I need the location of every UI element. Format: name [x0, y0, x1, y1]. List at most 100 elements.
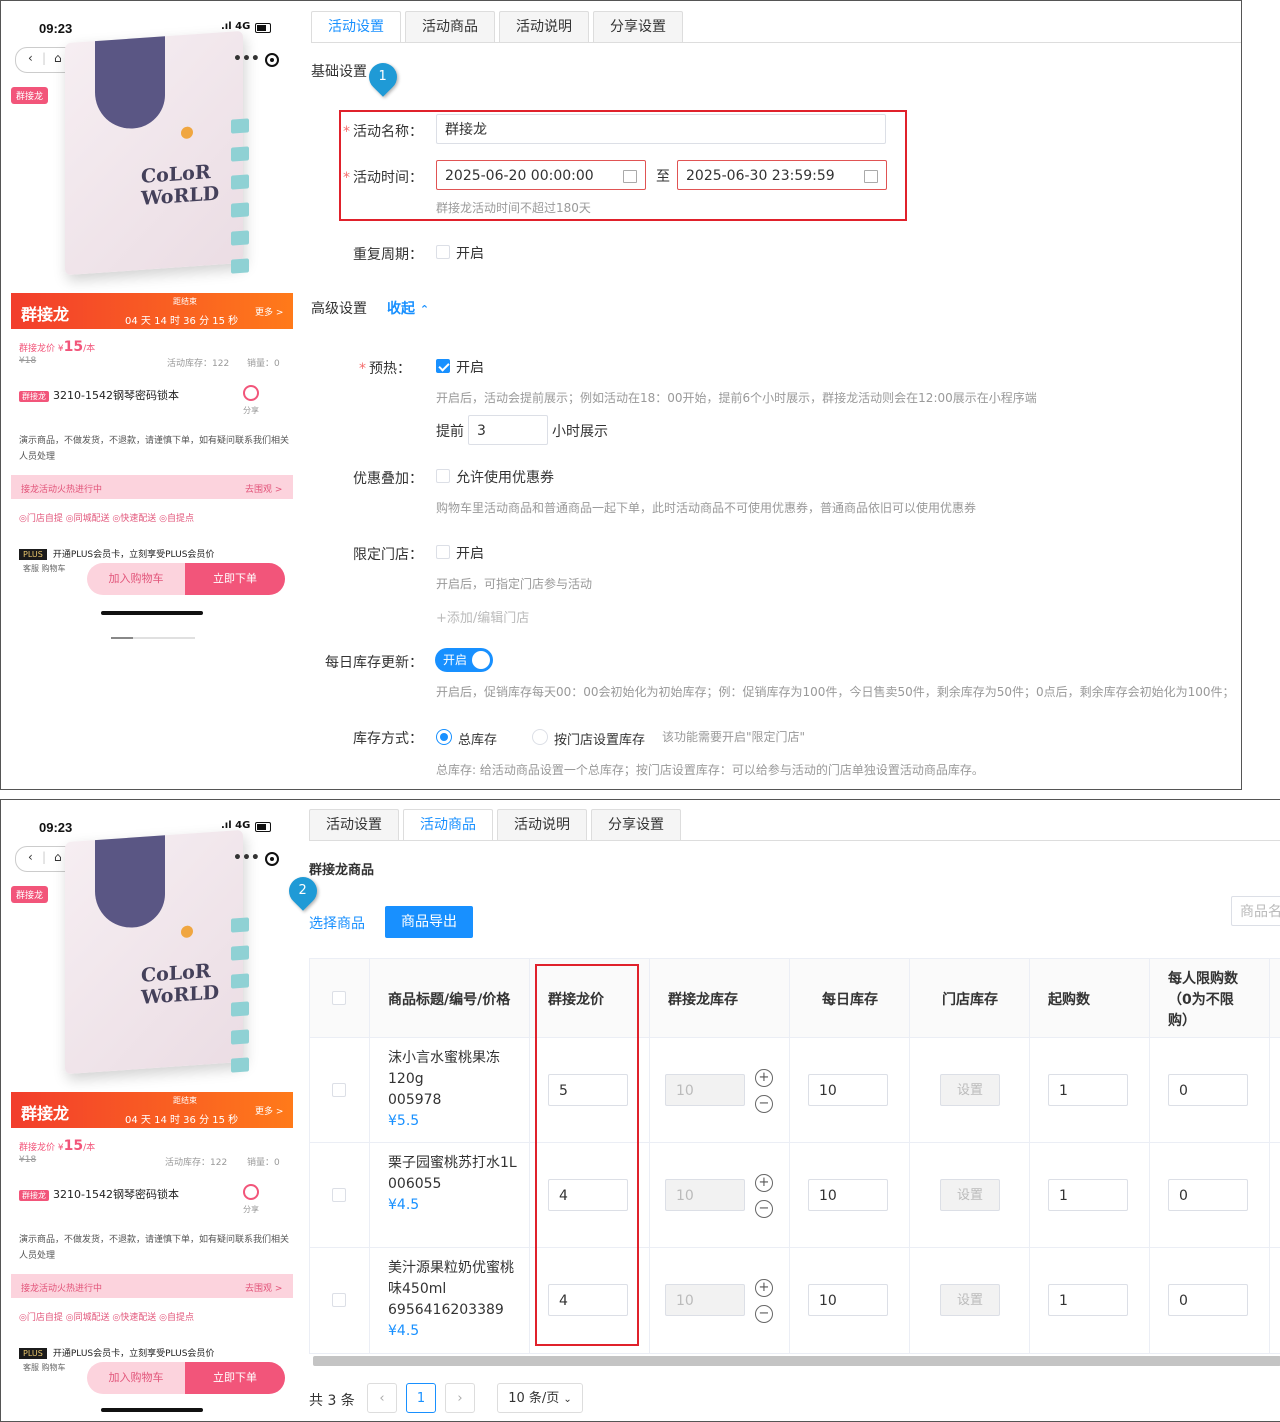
countdown-banner: 群接龙 距结束 04 天 14 时 36 分 15 秒 更多 >: [11, 1092, 293, 1128]
service-cart-icons[interactable]: 客服 购物车: [23, 563, 66, 574]
goods-info: 栗子园蜜桃苏打水1L 006055 ¥4.5: [388, 1155, 517, 1213]
home-icon[interactable]: ⌂: [54, 51, 62, 65]
repeat-checkbox[interactable]: [436, 245, 450, 259]
buy-now-button[interactable]: 立即下单: [185, 1362, 285, 1394]
group-tag: 群接龙: [11, 87, 49, 104]
back-icon[interactable]: ‹: [28, 850, 33, 864]
daily-stock-input[interactable]: 10: [808, 1284, 888, 1316]
page-dots: [111, 637, 195, 639]
min-buy-input[interactable]: 1: [1048, 1074, 1128, 1106]
goods-search-input[interactable]: 商品名: [1231, 896, 1280, 926]
product-image: CoLoR WoRLD: [65, 30, 249, 276]
store-stock-hint: 该功能需要开启"限定门店": [662, 730, 806, 744]
share-button[interactable]: 分享: [243, 385, 259, 416]
store-stock-set-button[interactable]: 设置: [940, 1179, 1000, 1211]
row-checkbox[interactable]: [332, 1293, 346, 1307]
next-page-button[interactable]: ›: [445, 1383, 475, 1413]
collapse-link[interactable]: 收起 ⌃: [387, 298, 429, 318]
service-cart-icons[interactable]: 客服 购物车: [23, 1362, 66, 1373]
advance-hours-input[interactable]: 3: [468, 415, 548, 445]
countdown-text: 04 天 14 时 36 分 15 秒: [125, 316, 239, 327]
min-buy-input[interactable]: 1: [1048, 1284, 1128, 1316]
capsule-close-icon[interactable]: [265, 852, 279, 866]
buy-now-button[interactable]: 立即下单: [185, 563, 285, 595]
minus-icon[interactable]: −: [755, 1305, 773, 1323]
page-1-button[interactable]: 1: [406, 1383, 436, 1413]
preheat-hint: 开启后，活动会提前展示；例如活动在18：00开始，提前6个小时展示，群接龙活动则…: [436, 391, 1037, 405]
banner-more-link[interactable]: 更多 >: [255, 305, 283, 318]
page-size-select[interactable]: 10 条/页 ⌄: [497, 1383, 583, 1413]
limit-input[interactable]: 0: [1168, 1284, 1248, 1316]
more-menu-icon[interactable]: •••: [233, 51, 260, 67]
limit-input[interactable]: 0: [1168, 1179, 1248, 1211]
min-buy-input[interactable]: 1: [1048, 1179, 1128, 1211]
tab-activity-desc[interactable]: 活动说明: [497, 809, 587, 841]
daily-stock-input[interactable]: 10: [808, 1074, 888, 1106]
store-stock-text: 按门店设置库存: [554, 733, 646, 748]
hot-bar[interactable]: 接龙活动火热进行中 去围观 >: [11, 1274, 293, 1298]
store-stock-radio[interactable]: [532, 729, 548, 745]
marker-1: 1: [363, 57, 403, 97]
add-cart-button[interactable]: 加入购物车: [87, 563, 185, 595]
tab-share-settings[interactable]: 分享设置: [591, 809, 681, 841]
prev-page-button[interactable]: ‹: [367, 1383, 397, 1413]
countdown-text: 04 天 14 时 36 分 15 秒: [125, 1115, 239, 1126]
home-icon[interactable]: ⌂: [54, 850, 62, 864]
select-goods-link[interactable]: 选择商品: [309, 913, 365, 933]
total-stock-radio[interactable]: [436, 729, 452, 745]
share-button[interactable]: 分享: [243, 1184, 259, 1215]
tab-activity-goods[interactable]: 活动商品: [403, 809, 493, 841]
store-enable-text: 开启: [456, 546, 484, 562]
hot-bar[interactable]: 接龙活动火热进行中 去围观 >: [11, 475, 293, 499]
add-store-link[interactable]: +添加/编辑门店: [436, 607, 529, 626]
share-icon: [243, 1184, 259, 1200]
activity-name-input[interactable]: 群接龙: [436, 114, 886, 144]
hours-show-label: 小时展示: [552, 424, 608, 440]
plus-icon[interactable]: +: [755, 1279, 773, 1297]
coupon-checkbox[interactable]: [436, 469, 450, 483]
daily-stock-switch[interactable]: 开启: [435, 648, 493, 672]
stock-count: 活动库存：122: [165, 1158, 228, 1168]
select-all-checkbox[interactable]: [332, 991, 346, 1005]
goods-table: 商品标题/编号/价格 群接龙价 群接龙库存 每日库存 门店库存 起购数 每人限购…: [309, 958, 1280, 1354]
tab-share-settings[interactable]: 分享设置: [593, 11, 683, 43]
store-stock-set-button[interactable]: 设置: [940, 1284, 1000, 1316]
banner-end-label: 距结束: [173, 297, 197, 306]
preheat-checkbox[interactable]: [436, 359, 450, 373]
store-stock-set-button[interactable]: 设置: [940, 1074, 1000, 1106]
export-goods-button[interactable]: 商品导出: [385, 906, 473, 938]
delivery-options: ◎门店自提 ◎同城配送 ◎快速配送 ◎自提点: [19, 514, 194, 524]
tab-activity-goods[interactable]: 活动商品: [405, 11, 495, 43]
product-image: CoLoR WoRLD: [65, 829, 249, 1075]
tab-activity-settings[interactable]: 活动设置: [311, 11, 401, 43]
add-cart-button[interactable]: 加入购物车: [87, 1362, 185, 1394]
phone-preview: 09:23 .ıl 4G ‹ | ⌂ CoLoR WoRLD ••• 群接龙 群接龙…: [7, 1, 297, 661]
row-checkbox[interactable]: [332, 1188, 346, 1202]
banner-more-link[interactable]: 更多 >: [255, 1104, 283, 1117]
battery-icon: [255, 23, 271, 33]
horizontal-scrollbar[interactable]: [313, 1356, 1280, 1366]
status-time: 09:23: [39, 820, 73, 835]
back-icon[interactable]: ‹: [28, 51, 33, 65]
more-menu-icon[interactable]: •••: [233, 850, 260, 866]
plus-promo[interactable]: PLUS 开通PLUS会员卡，立刻享受PLUS会员价: [19, 547, 214, 560]
tab-activity-desc[interactable]: 活动说明: [499, 11, 589, 43]
store-checkbox[interactable]: [436, 545, 450, 559]
capsule-close-icon[interactable]: [265, 53, 279, 67]
tab-activity-settings[interactable]: 活动设置: [309, 809, 399, 841]
row-checkbox[interactable]: [332, 1083, 346, 1097]
daily-stock-label: 每日库存更新：: [325, 655, 423, 671]
minus-icon[interactable]: −: [755, 1200, 773, 1218]
limit-input[interactable]: 0: [1168, 1074, 1248, 1106]
minus-icon[interactable]: −: [755, 1095, 773, 1113]
header-goods: 商品标题/编号/价格: [370, 959, 530, 1037]
countdown-banner: 群接龙 距结束 04 天 14 时 36 分 15 秒 更多 >: [11, 293, 293, 329]
start-time-input[interactable]: 2025-06-20 00:00:00: [436, 160, 646, 190]
home-indicator: [101, 1408, 203, 1412]
plus-icon[interactable]: +: [755, 1069, 773, 1087]
daily-stock-input[interactable]: 10: [808, 1179, 888, 1211]
plus-icon[interactable]: +: [755, 1174, 773, 1192]
end-time-input[interactable]: 2025-06-30 23:59:59: [677, 160, 887, 190]
header-store-stock: 门店库存: [910, 959, 1030, 1037]
plus-promo[interactable]: PLUS 开通PLUS会员卡，立刻享受PLUS会员价: [19, 1346, 214, 1359]
